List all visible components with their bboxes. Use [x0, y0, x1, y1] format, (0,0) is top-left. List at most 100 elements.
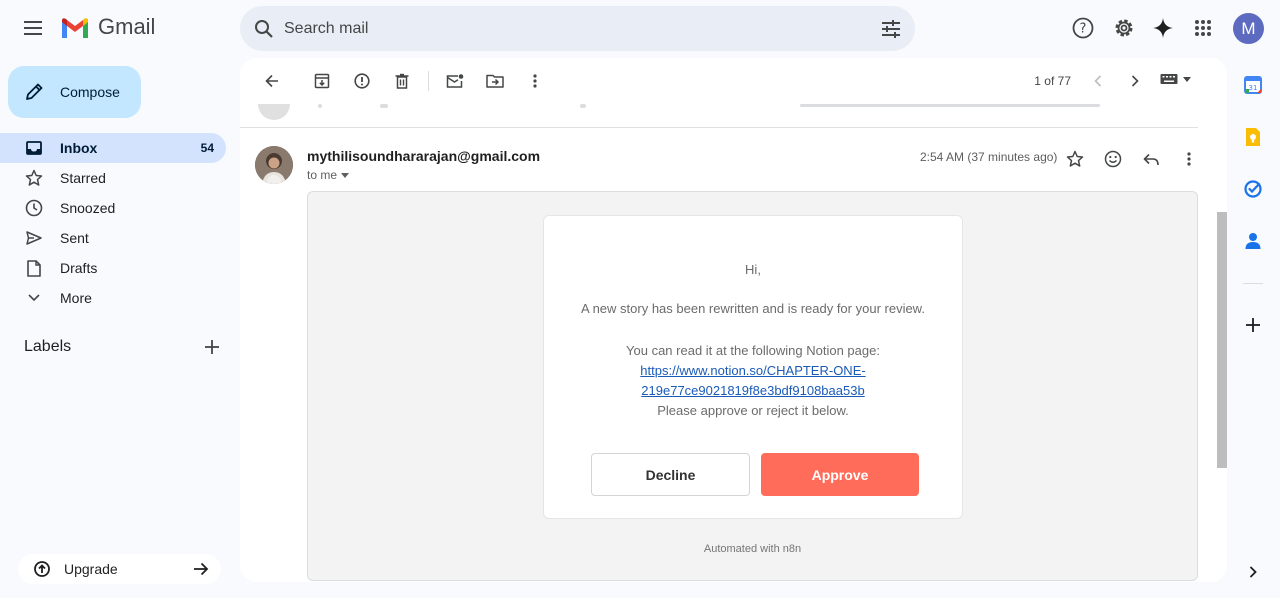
reply-button[interactable]	[1132, 140, 1170, 178]
previous-sender-avatar	[258, 104, 290, 120]
recipient-details[interactable]: to me	[307, 168, 350, 182]
sidebar-item-inbox[interactable]: Inbox 54	[0, 133, 226, 163]
keep-app-button[interactable]	[1241, 125, 1265, 149]
notion-link-line1[interactable]: https://www.notion.so/CHAPTER-ONE-	[640, 363, 865, 378]
gemini-button[interactable]	[1143, 8, 1183, 48]
archive-button[interactable]	[302, 61, 342, 101]
upgrade-button[interactable]: Upgrade	[18, 554, 221, 584]
sidebar-item-label: Sent	[60, 230, 89, 246]
sidebar-item-label: More	[60, 290, 92, 306]
calendar-app-button[interactable]: 31	[1241, 73, 1265, 97]
send-icon	[26, 231, 42, 245]
delete-icon	[395, 73, 409, 89]
greeting-text: Hi,	[745, 262, 761, 277]
more-vert-icon	[533, 74, 537, 88]
delete-button[interactable]	[382, 61, 422, 101]
sidebar-item-sent[interactable]: Sent	[0, 223, 226, 253]
sender-email[interactable]: mythilisoundhararajan@gmail.com	[307, 148, 540, 164]
report-spam-icon	[354, 73, 370, 89]
search-icon	[255, 19, 273, 38]
scrollbar-thumb[interactable]	[1217, 212, 1227, 468]
decline-button[interactable]: Decline	[591, 453, 750, 496]
contacts-app-button[interactable]	[1241, 229, 1265, 253]
search-options-icon[interactable]	[881, 19, 901, 38]
support-button[interactable]: ?	[1063, 8, 1103, 48]
message-actions	[1056, 140, 1208, 178]
notion-link-line2[interactable]: 219e77ce9021819f8e3bdf9108baa53b	[641, 383, 864, 398]
contacts-icon	[1245, 233, 1261, 249]
sidebar-item-starred[interactable]: Starred	[0, 163, 226, 193]
link-intro-text: You can read it at the following Notion …	[626, 343, 880, 358]
google-apps-button[interactable]	[1183, 8, 1223, 48]
compose-button[interactable]: Compose	[8, 66, 141, 118]
sidebar-item-drafts[interactable]: Drafts	[0, 253, 226, 283]
get-addons-button[interactable]	[1241, 313, 1265, 337]
add-reaction-button[interactable]	[1094, 140, 1132, 178]
svg-text:?: ?	[1080, 22, 1087, 37]
unread-count: 54	[200, 141, 214, 155]
side-panel-divider	[1243, 283, 1263, 284]
clock-icon	[25, 199, 43, 217]
mark-unread-button[interactable]	[435, 61, 475, 101]
sidebar-item-snoozed[interactable]: Snoozed	[0, 193, 226, 223]
upgrade-label: Upgrade	[64, 561, 118, 577]
newer-button[interactable]	[1078, 61, 1118, 101]
svg-text:31: 31	[1249, 84, 1258, 92]
mark-unread-icon	[446, 73, 464, 88]
account-avatar[interactable]: M	[1233, 13, 1264, 44]
inbox-icon	[26, 141, 42, 155]
gmail-wordmark: Gmail	[98, 14, 156, 39]
back-arrow-icon	[265, 74, 278, 88]
sender-photo-icon	[255, 146, 293, 184]
settings-button[interactable]	[1104, 8, 1144, 48]
draft-icon	[27, 259, 41, 277]
settings-icon	[1115, 19, 1133, 37]
sidebar-item-label: Drafts	[60, 260, 98, 276]
report-spam-button[interactable]	[342, 61, 382, 101]
search-bar[interactable]: Search mail	[240, 6, 915, 51]
toolbar-divider	[428, 71, 429, 91]
search-input[interactable]: Search mail	[284, 20, 881, 38]
sidebar-item-label: Starred	[60, 170, 106, 186]
intro-text: A new story has been rewritten and is re…	[581, 301, 925, 316]
main-menu-button[interactable]	[14, 8, 54, 48]
sidebar-nav: Inbox 54 Starred Snoozed Sent Drafts Mor…	[0, 133, 226, 313]
automation-footer: Automated with n8n	[703, 543, 802, 555]
tasks-app-button[interactable]	[1241, 177, 1265, 201]
add-label-icon[interactable]	[205, 340, 219, 354]
compose-label: Compose	[60, 84, 120, 100]
arrow-right-icon	[194, 562, 209, 576]
collapsed-previous-message[interactable]	[240, 104, 1198, 128]
gmail-logo-icon	[62, 17, 88, 38]
keep-icon	[1246, 128, 1260, 146]
link-paragraph: You can read it at the following Notion …	[544, 341, 962, 421]
older-button[interactable]	[1115, 61, 1155, 101]
move-to-button[interactable]	[475, 61, 515, 101]
caret-down-icon	[341, 172, 350, 178]
sidebar-item-more[interactable]: More	[0, 283, 226, 313]
gemini-sparkle-icon	[1153, 18, 1173, 38]
more-actions-button[interactable]	[515, 61, 555, 101]
back-button[interactable]	[252, 61, 292, 101]
upgrade-icon	[34, 561, 50, 577]
message-view: 1 of 77 mythilisoundhararajan@gmail.com …	[240, 58, 1227, 582]
approve-button[interactable]: Approve	[761, 453, 919, 496]
message-timestamp: 2:54 AM (37 minutes ago)	[920, 150, 1058, 164]
move-to-icon	[486, 74, 504, 88]
caret-down-icon	[1183, 76, 1191, 82]
keyboard-icon	[1160, 74, 1178, 84]
star-icon	[25, 169, 43, 186]
input-tools-button[interactable]	[1160, 73, 1191, 85]
gmail-logo[interactable]: Gmail	[60, 14, 155, 40]
show-side-panel-button[interactable]	[1241, 560, 1265, 584]
expand-panel-icon	[1249, 566, 1257, 578]
star-button[interactable]	[1056, 140, 1094, 178]
apps-grid-icon	[1195, 20, 1211, 36]
sender-avatar[interactable]	[255, 146, 293, 184]
sidebar-item-label: Snoozed	[60, 200, 116, 216]
chevron-down-icon	[28, 294, 40, 302]
add-icon	[1246, 318, 1260, 332]
help-icon: ?	[1072, 17, 1094, 39]
labels-heading: Labels	[24, 338, 72, 355]
message-more-button[interactable]	[1170, 140, 1208, 178]
